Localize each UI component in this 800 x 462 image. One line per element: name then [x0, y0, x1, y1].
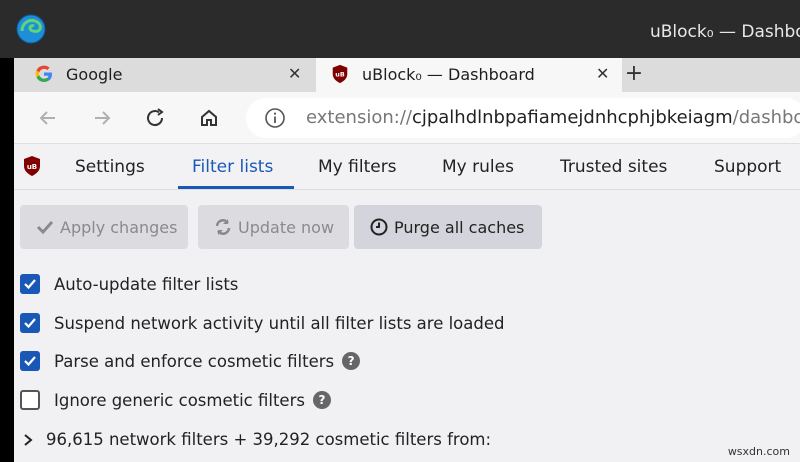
tab-filter-lists[interactable]: Filter lists — [192, 157, 273, 177]
url-text: extension://cjpalhdlnbpafiamejdnhcphjbke… — [306, 107, 800, 128]
reload-icon — [147, 108, 164, 127]
checkmark-icon — [36, 220, 54, 235]
option-suspend-network[interactable]: Suspend network activity until all filte… — [20, 311, 505, 335]
arrow-right-icon — [95, 111, 111, 125]
svg-text:uB: uB — [335, 72, 345, 79]
tab-my-filters[interactable]: My filters — [318, 157, 397, 177]
url-host: cjpalhdlnbpafiamejdnhcphjbkeiagm — [411, 107, 733, 128]
filter-summary[interactable]: 96,615 network filters + 39,292 cosmetic… — [22, 430, 491, 449]
option-auto-update[interactable]: Auto-update filter lists — [20, 272, 238, 296]
apply-changes-button[interactable]: Apply changes — [20, 205, 188, 249]
window-title: uBlock₀ — Dashboard — [650, 22, 800, 42]
filter-summary-text: 96,615 network filters + 39,292 cosmetic… — [46, 430, 492, 449]
window-titlebar: uBlock₀ — Dashboard — [0, 0, 800, 58]
address-bar[interactable]: extension://cjpalhdlnbpafiamejdnhcphjbke… — [246, 98, 800, 138]
google-icon — [35, 65, 52, 82]
watermark: wsxdn.com — [727, 445, 790, 458]
url-scheme: extension:// — [306, 107, 412, 128]
checkbox-checked[interactable] — [20, 351, 40, 371]
tab-google[interactable]: Google ✕ — [14, 58, 314, 92]
checkbox-unchecked[interactable] — [20, 390, 40, 410]
tab-support[interactable]: Support — [714, 157, 781, 177]
tab-ublock-dashboard[interactable]: uB uBlock₀ — Dashboard ✕ — [316, 58, 622, 92]
checkbox-checked[interactable] — [20, 274, 40, 294]
help-icon[interactable]: ? — [312, 391, 331, 409]
tab-label: Google — [66, 65, 123, 84]
option-cosmetic-filters[interactable]: Parse and enforce cosmetic filters ? — [20, 349, 361, 373]
help-icon[interactable]: ? — [342, 352, 361, 370]
chevron-right-icon[interactable] — [22, 433, 34, 447]
active-tab-indicator — [178, 186, 294, 189]
option-label: Suspend network activity until all filte… — [54, 313, 505, 333]
sync-icon — [215, 219, 231, 235]
purge-all-caches-button[interactable]: Purge all caches — [354, 205, 542, 249]
home-button[interactable] — [195, 104, 223, 132]
close-tab-icon[interactable]: ✕ — [596, 64, 609, 83]
tab-settings[interactable]: Settings — [75, 157, 145, 177]
browser-toolbar: extension://cjpalhdlnbpafiamejdnhcphjbke… — [14, 92, 800, 144]
apply-changes-label: Apply changes — [60, 217, 178, 237]
svg-text:uB: uB — [27, 163, 37, 171]
update-now-button[interactable]: Update now — [198, 205, 349, 249]
url-path: /dashboa — [732, 107, 800, 128]
filter-lists-pane: Apply changes Update now Purge all cache… — [14, 190, 800, 462]
reload-button[interactable] — [141, 104, 169, 132]
ublock-icon: uB — [332, 64, 348, 84]
clock-icon — [370, 218, 388, 236]
tab-label: uBlock₀ — Dashboard — [362, 65, 535, 84]
close-tab-icon[interactable]: ✕ — [288, 64, 301, 83]
arrow-left-icon — [39, 111, 55, 125]
back-button[interactable] — [34, 104, 62, 132]
checkmark-icon — [24, 356, 36, 367]
info-icon[interactable] — [264, 107, 286, 129]
purge-all-caches-label: Purge all caches — [394, 217, 525, 237]
tab-strip: Google ✕ uB uBlock₀ — Dashboard ✕ — [14, 58, 800, 92]
ublock-logo-icon: uB — [24, 156, 40, 176]
forward-button[interactable] — [88, 104, 116, 132]
home-icon — [201, 109, 217, 126]
checkbox-checked[interactable] — [20, 313, 40, 333]
new-tab-button[interactable]: + — [620, 58, 648, 92]
option-label: Auto-update filter lists — [54, 274, 239, 294]
checkmark-icon — [24, 279, 36, 290]
update-now-label: Update now — [238, 217, 335, 237]
tab-my-rules[interactable]: My rules — [442, 157, 514, 177]
option-label: Ignore generic cosmetic filters — [54, 390, 305, 410]
option-label: Parse and enforce cosmetic filters — [54, 351, 335, 371]
checkmark-icon — [24, 318, 36, 329]
dashboard-nav: uB Settings Filter lists My filters My r… — [14, 144, 800, 190]
edge-logo-icon — [16, 14, 46, 44]
tab-trusted-sites[interactable]: Trusted sites — [560, 157, 667, 177]
option-ignore-generic[interactable]: Ignore generic cosmetic filters ? — [20, 388, 331, 412]
